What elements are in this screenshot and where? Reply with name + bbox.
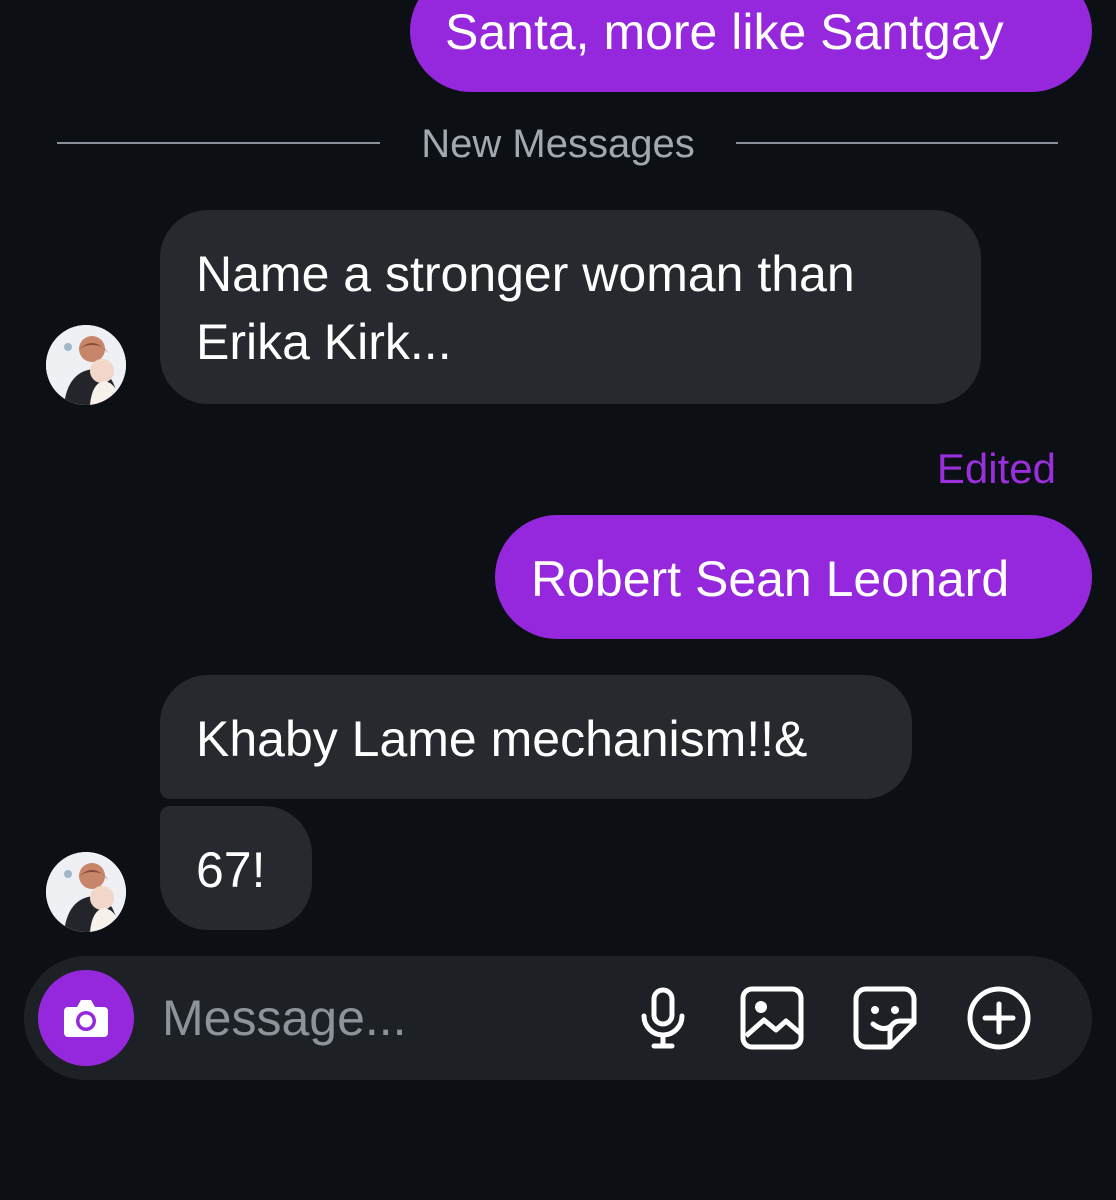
incoming-message[interactable]: 67! [160, 806, 312, 930]
divider-line [736, 142, 1058, 144]
message-text: Santa, more like Santgay [445, 4, 1004, 60]
chat-screen: Santa, more like Santgay New Messages Na… [0, 0, 1116, 1200]
outgoing-message[interactable]: Santa, more like Santgay [410, 0, 1092, 92]
divider-line [57, 142, 380, 144]
message-text-line: Erika Kirk... [196, 314, 452, 370]
avatar-illustration-icon [46, 325, 126, 405]
camera-icon [64, 1000, 108, 1037]
gallery-icon [740, 986, 804, 1050]
sticker-icon [853, 986, 917, 1050]
sender-avatar[interactable] [46, 852, 126, 932]
edited-label: Edited [936, 445, 1056, 492]
camera-button[interactable] [38, 970, 134, 1066]
more-options-button[interactable] [965, 984, 1033, 1052]
outgoing-message[interactable]: Robert Sean Leonard [495, 515, 1092, 639]
message-text-line: Name a stronger woman than [196, 246, 855, 302]
microphone-icon [641, 987, 685, 1049]
sender-avatar[interactable] [46, 325, 126, 405]
message-text: 67! [196, 842, 266, 898]
plus-icon [967, 986, 1031, 1050]
message-input[interactable]: Message... [162, 986, 407, 1050]
gallery-button[interactable] [738, 984, 806, 1052]
message-text: Khaby Lame mechanism!!& [196, 711, 808, 767]
incoming-message[interactable]: Khaby Lame mechanism!!& [160, 675, 912, 799]
message-composer: Message... [24, 956, 1092, 1080]
message-text: Robert Sean Leonard [531, 551, 1010, 607]
avatar-illustration-icon [46, 852, 126, 932]
incoming-message[interactable]: Name a stronger woman than Erika Kirk... [160, 210, 981, 404]
new-messages-divider-label: New Messages [421, 122, 695, 166]
microphone-button[interactable] [629, 984, 697, 1052]
sticker-button[interactable] [851, 984, 919, 1052]
